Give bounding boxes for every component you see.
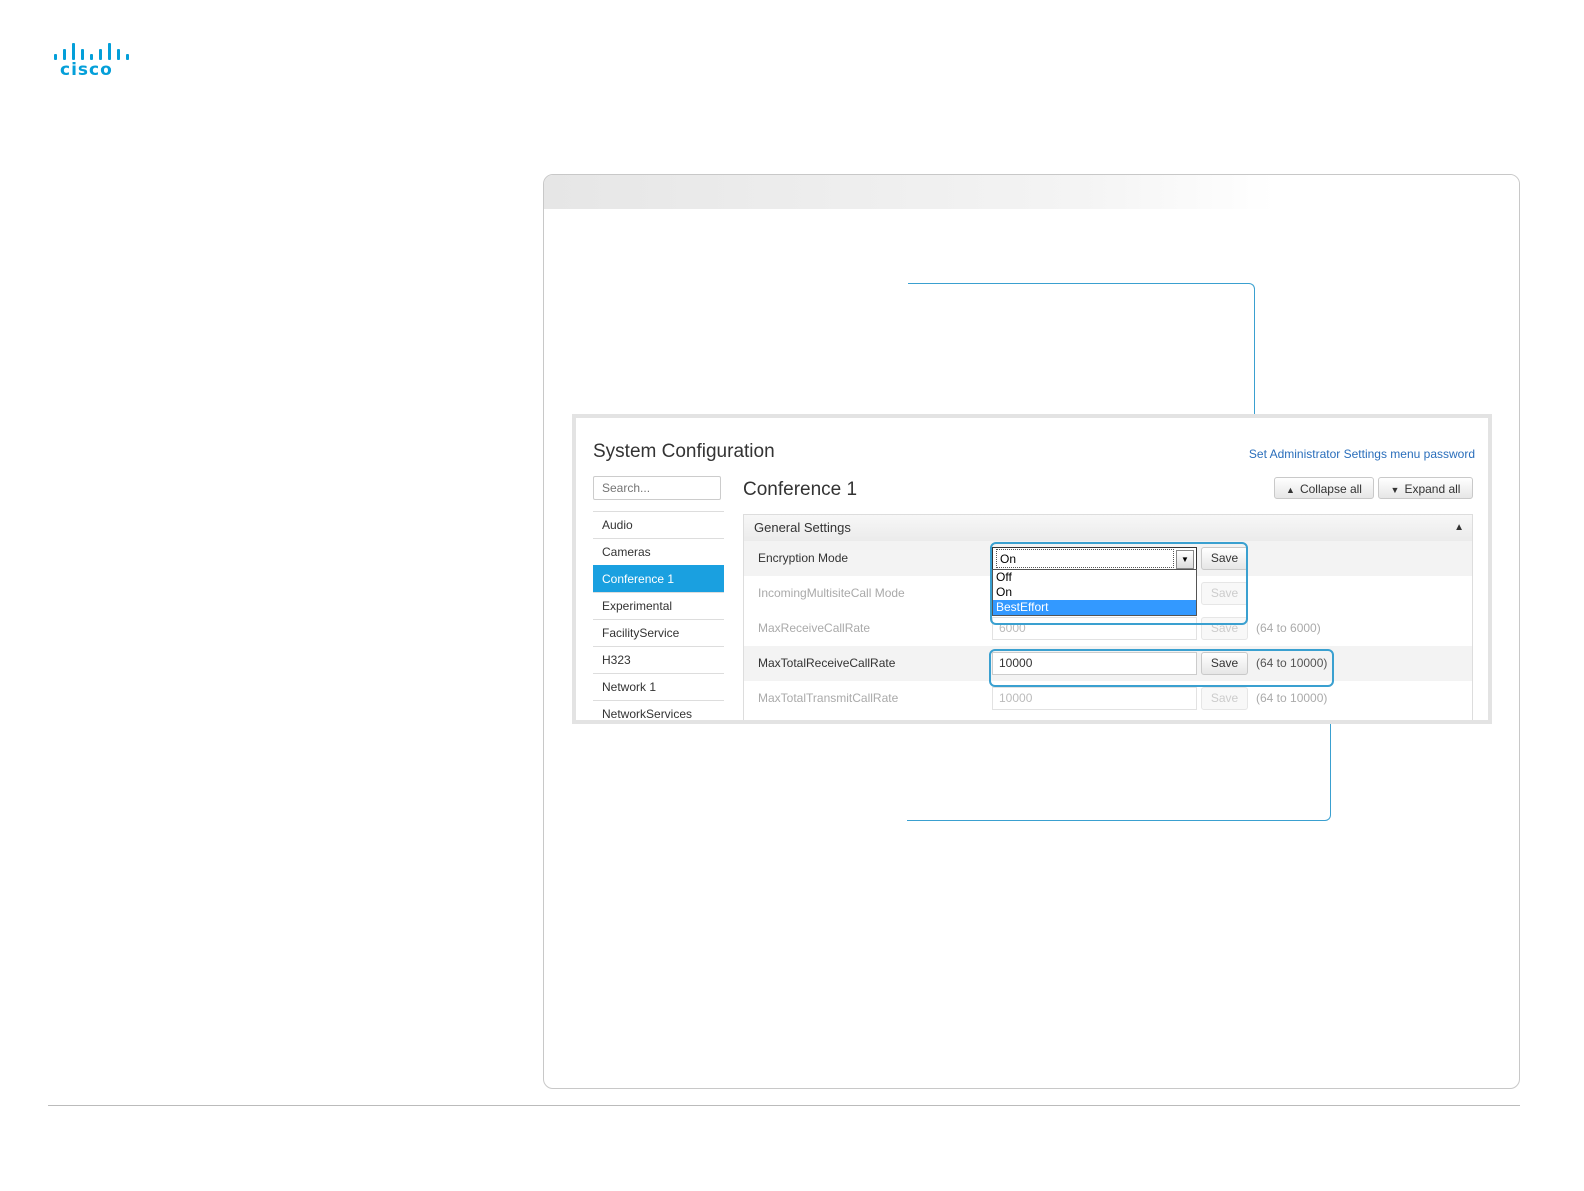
sidebar-item-conference-1[interactable]: Conference 1 [593,565,724,592]
highlight-max-total-receive [989,649,1334,687]
sidebar-nav: Audio Cameras Conference 1 Experimental … [593,511,724,720]
collapse-all-button[interactable]: ▲ Collapse all [1274,477,1374,499]
admin-password-link[interactable]: Set Administrator Settings menu password [1249,447,1475,461]
expand-all-button[interactable]: ▼ Expand all [1378,477,1473,499]
cisco-bars-icon [54,42,129,60]
max-receive-range: (64 to 6000) [1256,621,1321,635]
chevron-up-icon: ▲ [1286,485,1295,495]
max-total-transmit-input[interactable]: 10000 [992,687,1197,710]
chevron-down-icon: ▼ [1390,485,1400,495]
general-settings-title: General Settings [754,520,851,535]
max-total-transmit-save-button[interactable]: Save [1201,687,1248,710]
sidebar-item-experimental[interactable]: Experimental [593,592,724,619]
sidebar-item-network-1[interactable]: Network 1 [593,673,724,700]
footer-divider [48,1105,1520,1106]
max-total-transmit-label: MaxTotalTransmitCallRate [758,691,899,705]
section-title: Conference 1 [743,479,858,500]
max-total-receive-label: MaxTotalReceiveCallRate [758,656,896,670]
max-receive-label: MaxReceiveCallRate [758,621,871,635]
expand-all-label: Expand all [1404,482,1461,496]
sidebar-item-h323[interactable]: H323 [593,646,724,673]
system-configuration-screenshot: System Configuration Set Administrator S… [572,414,1492,724]
cisco-logo: cisco [54,42,129,82]
search-input[interactable] [593,476,721,500]
page-title: System Configuration [593,441,775,462]
incoming-multisite-label: IncomingMultisiteCall Mode [758,586,905,600]
sidebar-item-facilityservice[interactable]: FacilityService [593,619,724,646]
highlight-encryption-mode [990,542,1248,625]
frame-top-band [544,175,1519,209]
sidebar-item-cameras[interactable]: Cameras [593,538,724,565]
cisco-wordmark: cisco [60,60,113,80]
sidebar-item-networkservices[interactable]: NetworkServices [593,700,724,720]
general-settings-header[interactable]: General Settings ▲ [744,515,1472,542]
collapse-chevron-icon[interactable]: ▲ [1454,515,1464,541]
collapse-all-label: Collapse all [1299,482,1362,496]
encryption-mode-label: Encryption Mode [758,551,849,565]
sidebar-item-audio[interactable]: Audio [593,511,724,538]
